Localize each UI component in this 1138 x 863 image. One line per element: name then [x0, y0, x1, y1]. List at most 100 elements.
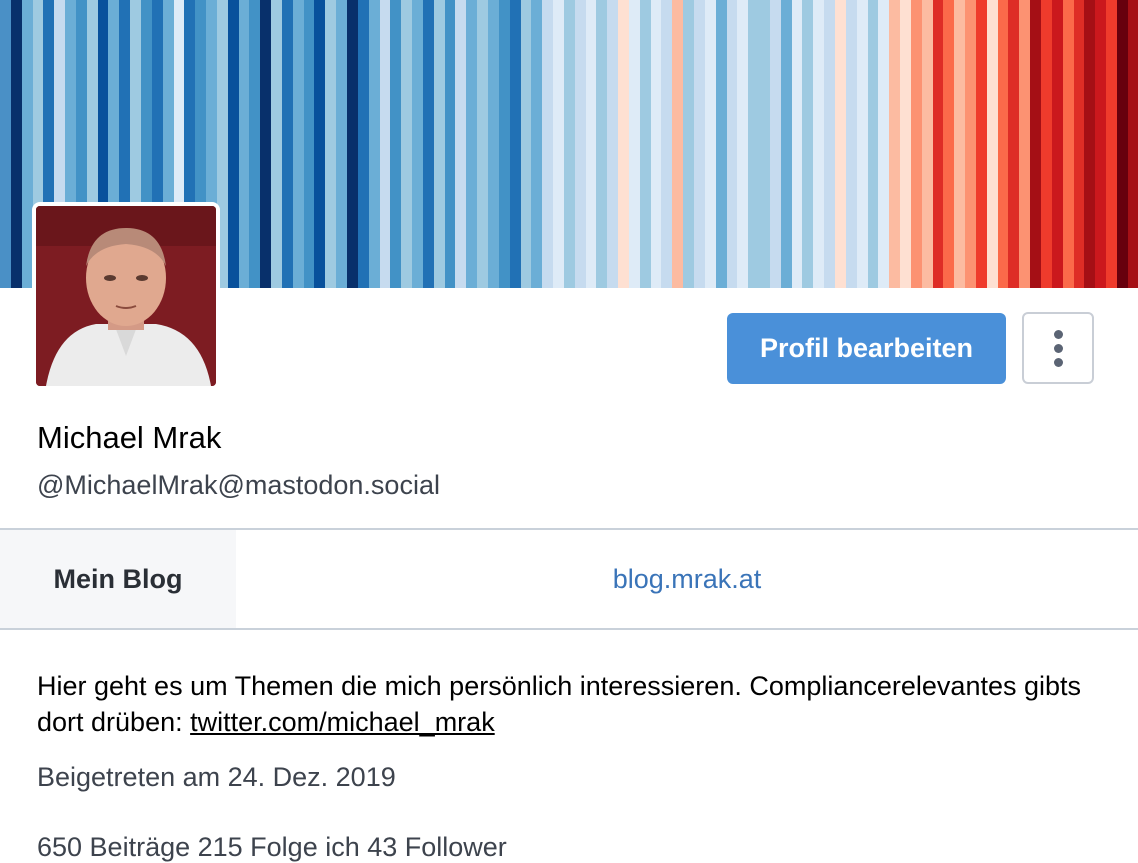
banner-stripe [249, 0, 261, 288]
banner-stripe [281, 0, 293, 288]
kebab-menu-icon [1053, 329, 1063, 339]
banner-stripe [856, 0, 868, 288]
banner-stripe [10, 0, 22, 288]
account-counts: 650 Beiträge 215 Folge ich 43 Follower [37, 832, 507, 862]
banner-stripe [769, 0, 781, 288]
kebab-dot [1053, 357, 1063, 367]
banner-stripe [574, 0, 586, 288]
banner-stripe [672, 0, 684, 288]
banner-stripe [715, 0, 727, 288]
banner-stripe [336, 0, 347, 288]
banner-stripe [303, 0, 315, 288]
banner-stripe [834, 0, 846, 288]
banner-stripe [824, 0, 835, 288]
banner-stripe [509, 0, 521, 288]
banner-stripe [997, 0, 1009, 288]
banner-stripe [596, 0, 608, 288]
banner-stripe [466, 0, 478, 288]
banner-stripe [1127, 0, 1138, 288]
banner-stripe [271, 0, 282, 288]
banner-stripe [585, 0, 597, 288]
banner-stripe [1116, 0, 1128, 288]
banner-stripe [238, 0, 250, 288]
banner-stripe [412, 0, 423, 288]
banner-stripe [292, 0, 304, 288]
kebab-dot [1053, 343, 1063, 353]
banner-stripe [661, 0, 673, 288]
banner-stripe [694, 0, 705, 288]
banner-stripe [379, 0, 391, 288]
banner-stripe [986, 0, 998, 288]
banner-stripe [759, 0, 770, 288]
banner-stripe [1084, 0, 1096, 288]
banner-stripe [704, 0, 716, 288]
banner-stripe [520, 0, 532, 288]
banner-stripe [867, 0, 879, 288]
banner-stripe [607, 0, 619, 288]
banner-stripe [477, 0, 488, 288]
banner-stripe [1051, 0, 1063, 288]
banner-stripe [347, 0, 358, 288]
banner-stripe [1073, 0, 1085, 288]
banner-stripe [650, 0, 662, 288]
banner-stripe [260, 0, 272, 288]
profile-field-link[interactable]: blog.mrak.at [236, 530, 1138, 628]
banner-stripe [954, 0, 966, 288]
edit-profile-button[interactable]: Profil bearbeiten [727, 313, 1006, 384]
banner-stripe [542, 0, 554, 288]
banner-stripe [726, 0, 738, 288]
banner-stripe [422, 0, 434, 288]
profile-bio: Hier geht es um Themen die mich persönli… [37, 668, 1107, 740]
avatar[interactable] [32, 202, 220, 390]
banner-stripe [921, 0, 933, 288]
banner-stripe [943, 0, 955, 288]
avatar-image [36, 206, 216, 386]
banner-stripe [1041, 0, 1052, 288]
banner-stripe [737, 0, 749, 288]
banner-stripe [975, 0, 987, 288]
banner-stripe [802, 0, 814, 288]
profile-field-row: Mein Blog blog.mrak.at [0, 528, 1138, 630]
banner-stripe [455, 0, 467, 288]
joined-date: Beigetreten am 24. Dez. 2019 [37, 762, 396, 792]
banner-stripe [444, 0, 456, 288]
banner-stripe [21, 0, 33, 288]
banner-stripe [900, 0, 911, 288]
banner-stripe [780, 0, 792, 288]
banner-stripe [487, 0, 499, 288]
banner-stripe [791, 0, 803, 288]
banner-stripe [357, 0, 369, 288]
banner-stripe [1062, 0, 1074, 288]
banner-stripe [889, 0, 901, 288]
banner-stripe [314, 0, 326, 288]
banner-stripe [1095, 0, 1107, 288]
banner-stripe [553, 0, 564, 288]
banner-stripe [227, 0, 239, 288]
banner-stripe [932, 0, 944, 288]
account-handle: @MichaelMrak@mastodon.social [37, 470, 440, 500]
more-options-button[interactable] [1022, 312, 1094, 384]
banner-stripe [401, 0, 413, 288]
banner-stripe [618, 0, 629, 288]
banner-stripe [498, 0, 510, 288]
profile-field-label: Mein Blog [0, 530, 236, 628]
banner-stripe [813, 0, 825, 288]
banner-stripe [325, 0, 337, 288]
banner-stripe [1019, 0, 1031, 288]
display-name: Michael Mrak [37, 420, 222, 455]
banner-stripe [1030, 0, 1041, 288]
banner-stripe [563, 0, 575, 288]
banner-stripe [878, 0, 890, 288]
bio-link[interactable]: twitter.com/michael_mrak [190, 707, 495, 737]
banner-stripe [368, 0, 380, 288]
banner-stripe [0, 0, 11, 288]
banner-stripe [531, 0, 543, 288]
banner-stripe [845, 0, 857, 288]
banner-stripe [683, 0, 694, 288]
banner-stripe [748, 0, 760, 288]
banner-stripe [433, 0, 445, 288]
banner-stripe [1106, 0, 1117, 288]
banner-stripe [628, 0, 640, 288]
banner-stripe [390, 0, 402, 288]
banner-stripe [965, 0, 976, 288]
